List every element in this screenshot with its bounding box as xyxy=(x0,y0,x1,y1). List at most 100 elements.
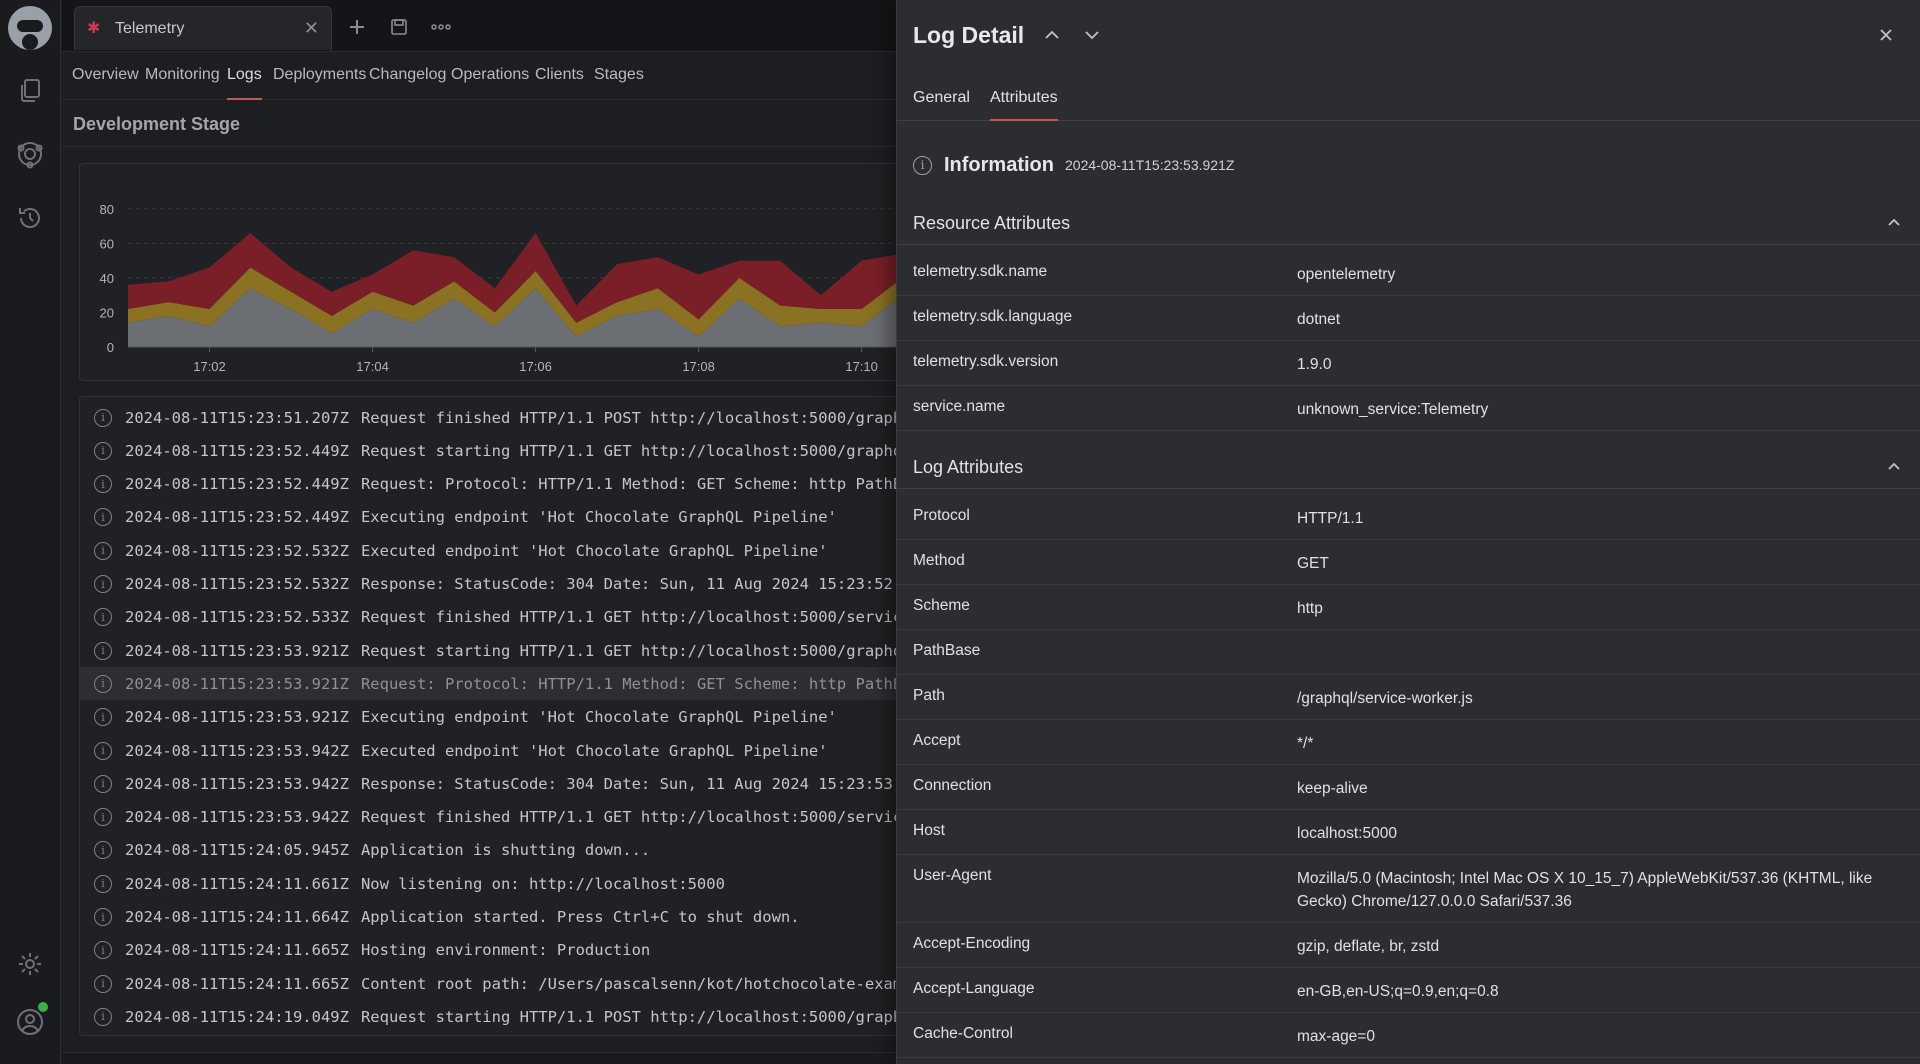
nav-tab-deployments[interactable]: Deployments xyxy=(273,66,366,100)
attribute-row: Accept-Encoding gzip, deflate, br, zstd xyxy=(897,923,1920,968)
log-row[interactable]: i 2024-08-11T15:24:11.665Z Content root pa… xyxy=(80,967,896,1000)
files-icon[interactable] xyxy=(12,72,48,108)
log-row[interactable]: i 2024-08-11T15:23:53.921Z Request startin… xyxy=(80,634,896,667)
log-message: Content root path: /Users/pascalsenn/kot… xyxy=(360,974,896,993)
new-tab-plus-icon[interactable] xyxy=(344,14,370,40)
log-message: Request finished HTTP/1.1 GET http://loc… xyxy=(360,808,896,827)
attribute-key: Cache-Control xyxy=(913,1025,1013,1042)
log-row[interactable]: i 2024-08-11T15:23:51.207Z Request finishe… xyxy=(80,401,896,434)
log-row[interactable]: i 2024-08-11T15:23:52.449Z Request startin… xyxy=(80,434,896,467)
log-message: Request: Protocol: HTTP/1.1 Method: GET … xyxy=(360,674,896,693)
nav-tab-stages[interactable]: Stages xyxy=(594,66,644,100)
nav-tab-operations[interactable]: Operations xyxy=(451,66,529,100)
log-message: Executed endpoint 'Hot Chocolate GraphQL… xyxy=(360,541,828,560)
app-logo xyxy=(8,6,52,50)
log-timestamp: 2024-08-11T15:23:52.449Z xyxy=(125,508,349,527)
close-tab-icon[interactable]: ✕ xyxy=(304,18,319,39)
log-attributes-header[interactable]: Log Attributes xyxy=(897,445,1920,489)
log-row[interactable]: i 2024-08-11T15:23:53.942Z Request finishe… xyxy=(80,801,896,834)
nav-tab-overview[interactable]: Overview xyxy=(72,66,139,100)
attribute-row: Connection keep-alive xyxy=(897,765,1920,810)
resource-attributes-header[interactable]: Resource Attributes xyxy=(897,201,1920,245)
log-row[interactable]: i 2024-08-11T15:23:53.921Z Request: Protoc… xyxy=(80,667,896,701)
info-icon: i xyxy=(94,908,112,926)
log-volume-chart: 0 20 40 60 80 17:02 17:04 17:06 17:08 17:10 xyxy=(79,163,897,381)
log-row[interactable]: i 2024-08-11T15:23:52.533Z Request finishe… xyxy=(80,601,896,634)
log-timestamp: 2024-08-11T15:24:11.664Z xyxy=(125,908,349,926)
chart-svg: 0 20 40 60 80 17:02 17:04 17:06 17:08 17:10 xyxy=(100,202,897,374)
tab-general[interactable]: General xyxy=(913,89,970,121)
y-tick-label: 60 xyxy=(100,236,114,251)
log-timestamp: 2024-08-11T15:23:53.942Z xyxy=(125,741,349,760)
log-message: Request finished HTTP/1.1 POST http://lo… xyxy=(360,408,896,427)
nav-tab-logs[interactable]: Logs xyxy=(227,66,262,100)
nav-tab-clients[interactable]: Clients xyxy=(535,66,584,100)
log-row[interactable]: i 2024-08-11T15:23:53.921Z Executing endpo… xyxy=(80,701,896,734)
log-timestamp: 2024-08-11T15:24:11.665Z xyxy=(125,941,349,960)
info-icon: i xyxy=(94,608,112,627)
tab-attributes[interactable]: Attributes xyxy=(990,89,1058,121)
log-row[interactable]: i 2024-08-11T15:23:52.449Z Executing endpo… xyxy=(80,501,896,534)
panel-title: Log Detail xyxy=(913,22,1025,48)
log-message: Request starting HTTP/1.1 POST http://lo… xyxy=(360,1007,896,1026)
log-message: Response: StatusCode: 304 Date: Sun, 11 … xyxy=(360,575,896,593)
attribute-key: PathBase xyxy=(913,642,981,659)
log-row[interactable]: i 2024-08-11T15:23:52.449Z Request: Protoc… xyxy=(80,468,896,501)
chevron-up-icon[interactable] xyxy=(1883,211,1905,233)
info-icon: i xyxy=(94,1007,112,1026)
log-row[interactable]: i 2024-08-11T15:24:11.664Z Application sta… xyxy=(80,901,896,934)
log-row[interactable]: i 2024-08-11T15:24:19.049Z Request startin… xyxy=(80,1000,896,1033)
log-row[interactable]: i 2024-08-11T15:23:53.942Z Executed endpoi… xyxy=(80,734,896,767)
info-icon: i xyxy=(94,974,112,993)
app-window: ✱ Telemetry ✕ Overview Monitoring Logs Depl… xyxy=(0,0,1920,1064)
log-row[interactable]: i 2024-08-11T15:24:11.665Z Hosting environ… xyxy=(80,934,896,967)
attribute-key: Scheme xyxy=(913,597,970,614)
log-row[interactable]: i 2024-08-11T15:23:53.942Z Response: Statu… xyxy=(80,767,896,800)
attribute-key: Accept-Encoding xyxy=(913,935,1031,952)
log-message: Executed endpoint 'Hot Chocolate GraphQL… xyxy=(360,741,828,760)
chevron-down-icon[interactable] xyxy=(1079,22,1105,48)
chevron-up-icon[interactable] xyxy=(1883,455,1905,477)
log-list: i 2024-08-11T15:23:51.207Z Request finishe… xyxy=(79,396,896,1036)
log-level: Information xyxy=(944,153,1054,176)
x-tick-label: 17:06 xyxy=(519,359,552,374)
attribute-key: Accept-Language xyxy=(913,980,1035,997)
info-icon: i xyxy=(913,155,932,175)
log-timestamp: 2024-08-11T15:23:53.942Z xyxy=(125,808,349,827)
info-icon: i xyxy=(94,841,112,860)
attribute-row: telemetry.sdk.version 1.9.0 xyxy=(897,341,1920,386)
nav-tab-changelog[interactable]: Changelog xyxy=(369,66,446,100)
settings-gear-icon[interactable] xyxy=(12,946,48,982)
chevron-up-icon[interactable] xyxy=(1039,22,1065,48)
attribute-row: User-Agent Mozilla/5.0 (Macintosh; Intel … xyxy=(897,855,1920,923)
attribute-key: Connection xyxy=(913,777,992,794)
log-row[interactable]: i 2024-08-11T15:24:11.661Z Now listening o… xyxy=(80,867,896,900)
log-row[interactable]: i 2024-08-11T15:23:52.532Z Response: Statu… xyxy=(80,568,896,601)
api-graph-icon[interactable] xyxy=(12,136,48,172)
info-icon: i xyxy=(94,708,112,727)
log-message: Now listening on: http://localhost:5000 xyxy=(360,874,725,893)
log-timestamp: 2024-08-11T15:23:53.921Z xyxy=(1065,157,1235,173)
nav-tab-monitoring[interactable]: Monitoring xyxy=(145,66,220,100)
close-icon[interactable] xyxy=(1873,22,1899,48)
attribute-value: 1.9.0 xyxy=(1297,356,1332,373)
log-row[interactable]: i 2024-08-11T15:24:05.945Z Application is … xyxy=(80,834,896,867)
x-tick-label: 17:04 xyxy=(356,359,389,374)
account-avatar-icon[interactable] xyxy=(12,1002,48,1040)
attribute-value: /graphql/service-worker.js xyxy=(1297,690,1473,707)
y-tick-label: 0 xyxy=(107,340,114,355)
history-icon[interactable] xyxy=(12,200,48,236)
info-icon: i xyxy=(94,575,112,593)
attribute-value: unknown_service:Telemetry xyxy=(1297,401,1489,418)
attribute-key: Path xyxy=(913,687,945,704)
y-tick-label: 20 xyxy=(100,305,114,320)
document-tab[interactable]: ✱ Telemetry ✕ xyxy=(74,6,332,50)
more-options-icon[interactable] xyxy=(428,14,454,40)
info-icon: i xyxy=(94,641,112,660)
online-status-dot xyxy=(38,1002,48,1012)
save-icon[interactable] xyxy=(386,14,412,40)
log-timestamp: 2024-08-11T15:23:52.532Z xyxy=(125,541,349,560)
attribute-row: telemetry.sdk.language dotnet xyxy=(897,296,1920,341)
log-row[interactable]: i 2024-08-11T15:23:52.532Z Executed endpoi… xyxy=(80,534,896,567)
log-message: Request starting HTTP/1.1 GET http://loc… xyxy=(360,641,896,660)
